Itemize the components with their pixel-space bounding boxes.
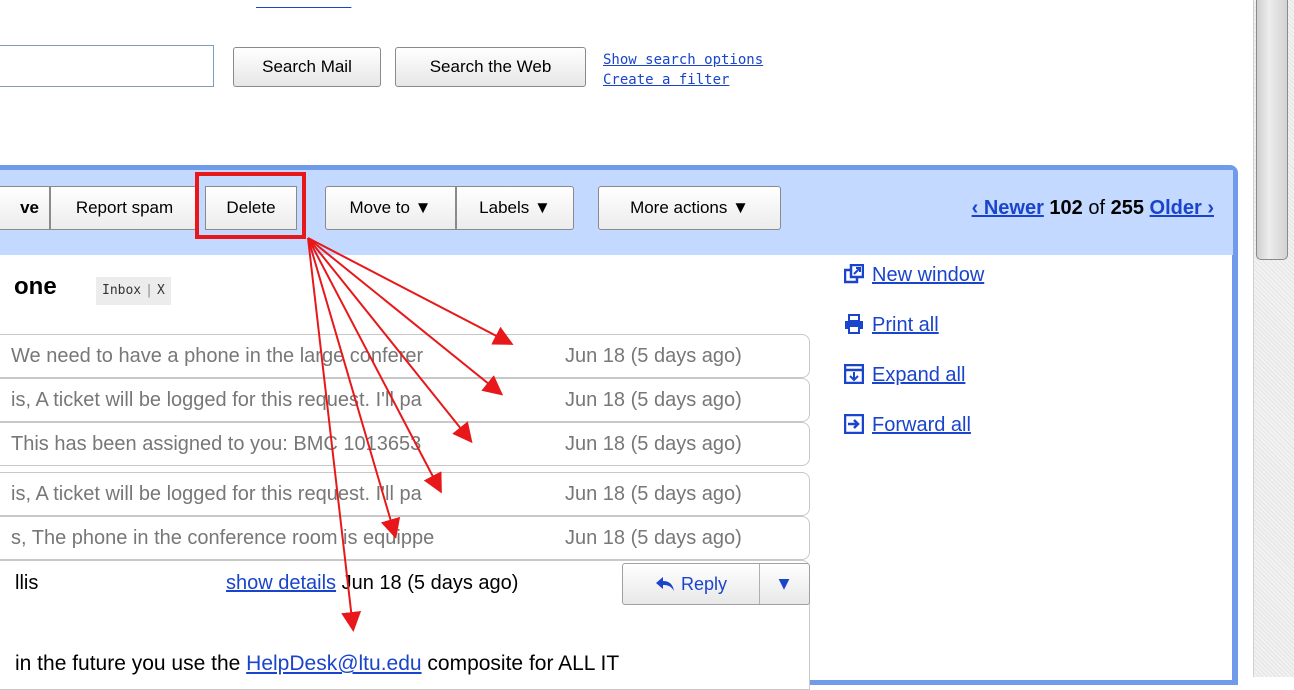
thread-item[interactable]: s, The phone in the conference room is e… <box>0 516 810 560</box>
inbox-label: Inbox <box>102 283 142 298</box>
search-web-button[interactable]: Search the Web <box>395 47 586 87</box>
pager: ‹ Newer 102 of 255 Older › <box>972 197 1214 220</box>
forward-all-link[interactable]: Forward all <box>872 414 971 436</box>
move-to-dropdown[interactable]: Move to ▼ <box>325 186 456 230</box>
thread-snippet: This has been assigned to you: BMC 10136… <box>11 433 422 455</box>
reply-arrow-icon <box>655 577 674 591</box>
thread-item[interactable]: is, A ticket will be logged for this req… <box>0 472 810 516</box>
reply-options-dropdown[interactable]: ▼ <box>759 564 809 604</box>
thread-date: Jun 18 (5 days ago) <box>565 527 742 549</box>
thread-item[interactable]: is, A ticket will be logged for this req… <box>0 378 810 422</box>
top-account-links <box>250 0 357 10</box>
reply-button-group: Reply ▼ <box>622 563 810 605</box>
thread-snippet: is, A ticket will be logged for this req… <box>11 389 422 411</box>
print-all-action[interactable]: Print all <box>844 314 939 337</box>
sender-name: llis <box>15 572 39 594</box>
thread-item[interactable]: We need to have a phone in the large con… <box>0 334 810 378</box>
chevron-down-icon: ▼ <box>778 576 790 592</box>
printer-icon <box>845 314 863 334</box>
thread-item[interactable]: This has been assigned to you: BMC 10136… <box>0 422 810 466</box>
thread-date: Jun 18 (5 days ago) <box>565 389 742 411</box>
new-window-link[interactable]: New window <box>872 264 984 286</box>
reply-label: Reply <box>680 574 728 594</box>
search-mail-button[interactable]: Search Mail <box>233 47 381 87</box>
forward-icon <box>844 414 864 434</box>
thread-snippet: is, A ticket will be logged for this req… <box>11 483 422 505</box>
create-filter-link[interactable]: Create a filter <box>603 70 763 90</box>
remove-label-button[interactable]: X <box>157 283 165 298</box>
message-body: in the future you use the HelpDesk@ltu.e… <box>15 652 619 676</box>
thread-snippet: s, The phone in the conference room is e… <box>11 527 435 549</box>
report-spam-button[interactable]: Report spam <box>50 186 199 230</box>
body-text-suffix: composite for ALL IT <box>421 652 620 675</box>
thread-date: Jun 18 (5 days ago) <box>565 483 742 505</box>
annotation-highlight-box <box>195 172 306 239</box>
archive-button[interactable]: ve <box>0 186 50 230</box>
pager-of: of <box>1088 197 1106 219</box>
search-input[interactable] <box>0 45 214 87</box>
more-actions-dropdown[interactable]: More actions ▼ <box>598 186 781 230</box>
pager-current: 102 <box>1049 197 1083 219</box>
new-window-icon <box>844 264 864 284</box>
body-text-prefix: in the future you use the <box>15 652 247 675</box>
helpdesk-email-link[interactable]: HelpDesk@ltu.edu <box>246 652 421 675</box>
inbox-label-chip: Inbox | X <box>96 277 171 305</box>
thread-snippet: We need to have a phone in the large con… <box>11 345 424 367</box>
thread-date: Jun 18 (5 days ago) <box>565 433 742 455</box>
message-date: Jun 18 (5 days ago) <box>341 572 519 594</box>
expand-all-link[interactable]: Expand all <box>872 364 965 386</box>
conversation-subject: one <box>14 273 57 300</box>
search-options-links: Show search options Create a filter <box>603 50 763 90</box>
message-header-meta: show details Jun 18 (5 days ago) <box>226 572 518 595</box>
print-all-link[interactable]: Print all <box>872 314 939 336</box>
reply-button[interactable]: Reply <box>623 564 760 604</box>
pager-total: 255 <box>1110 197 1144 219</box>
newer-link[interactable]: ‹ Newer <box>972 197 1044 219</box>
forward-all-action[interactable]: Forward all <box>844 414 971 437</box>
thread-date: Jun 18 (5 days ago) <box>565 345 742 367</box>
scrollbar-thumb[interactable] <box>1256 0 1288 260</box>
labels-dropdown[interactable]: Labels ▼ <box>456 186 574 230</box>
show-details-link[interactable]: show details <box>226 572 336 594</box>
expand-all-action[interactable]: Expand all <box>844 364 965 387</box>
older-link[interactable]: Older › <box>1150 197 1214 219</box>
expand-icon <box>844 364 864 384</box>
show-search-options-link[interactable]: Show search options <box>603 50 763 70</box>
top-link-1[interactable] <box>256 0 351 10</box>
new-window-action[interactable]: New window <box>844 264 984 287</box>
